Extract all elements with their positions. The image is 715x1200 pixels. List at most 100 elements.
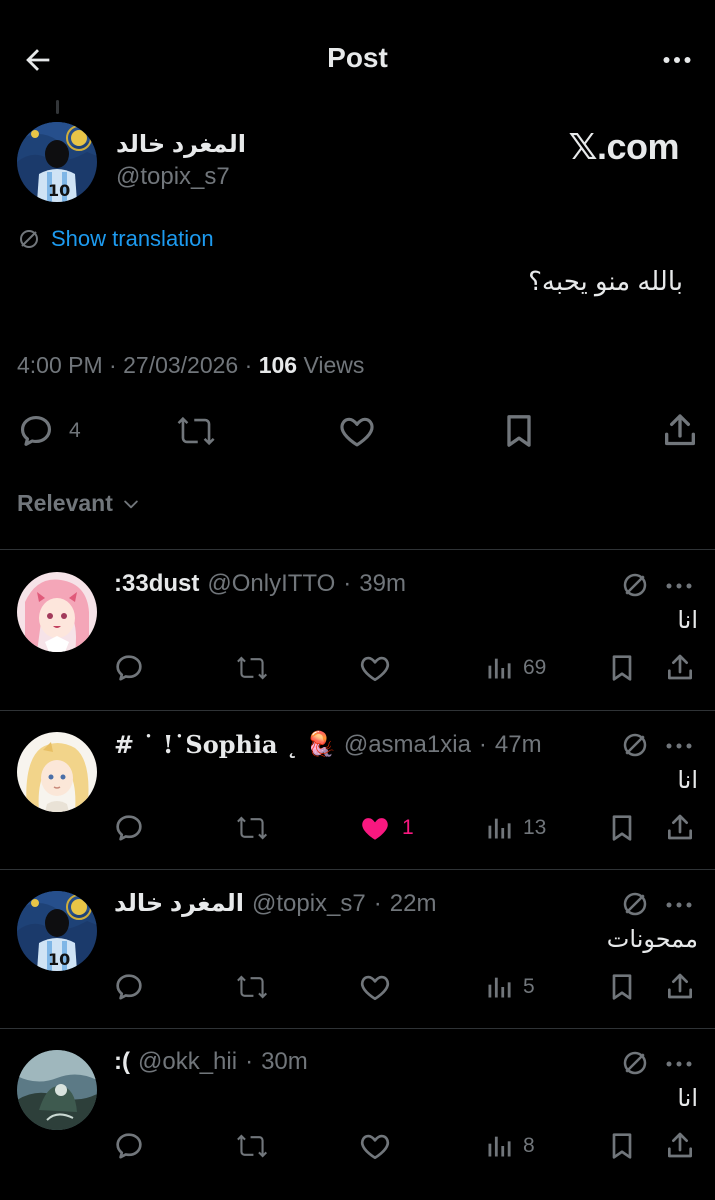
reply-icon bbox=[116, 655, 142, 681]
reply-item[interactable]: 10 المغرد خالد @topix_s7 · 22m ممحونات 5 bbox=[0, 869, 715, 1027]
top-bar: Post bbox=[0, 0, 715, 118]
reply-button[interactable] bbox=[113, 648, 145, 688]
author-avatar[interactable]: 10 bbox=[17, 122, 97, 202]
reply-time: 22m bbox=[389, 889, 437, 917]
views-count: 106 bbox=[258, 352, 298, 378]
reply-item[interactable]: :( @okk_hii · 30m انا 8 bbox=[0, 1028, 715, 1186]
show-translation-label[interactable]: Show translation bbox=[51, 226, 214, 252]
bookmark-button[interactable] bbox=[606, 648, 638, 688]
bookmark-button[interactable] bbox=[606, 967, 638, 1007]
reply-author-handle[interactable]: @asma1xia bbox=[344, 731, 471, 759]
x-com-watermark: 𝕏.com bbox=[568, 126, 679, 167]
bookmark-icon bbox=[612, 1133, 632, 1159]
repost-icon bbox=[237, 1134, 268, 1158]
post-date: 27/03/2026 bbox=[123, 352, 239, 378]
share-icon bbox=[668, 1132, 692, 1158]
views-count: 8 bbox=[523, 1134, 535, 1157]
meta-separator: · bbox=[245, 1048, 254, 1075]
heart-icon bbox=[340, 417, 374, 447]
reply-action-bar: 5 bbox=[0, 967, 715, 1007]
reply-action-bar: 8 bbox=[0, 1126, 715, 1166]
views-label: Views bbox=[303, 352, 365, 378]
bookmark-icon bbox=[612, 974, 632, 1000]
reply-button[interactable] bbox=[113, 967, 145, 1007]
meta-separator: · bbox=[244, 352, 259, 378]
repost-button[interactable] bbox=[235, 1126, 269, 1166]
reply-avatar[interactable] bbox=[17, 572, 97, 652]
show-translation-link[interactable]: Show translation bbox=[17, 226, 214, 252]
reply-author-handle[interactable]: @topix_s7 bbox=[252, 890, 366, 918]
reply-action-bar: 69 bbox=[0, 648, 715, 688]
bookmark-button[interactable] bbox=[606, 808, 638, 848]
reply-button[interactable] bbox=[113, 1126, 145, 1166]
share-button[interactable] bbox=[664, 967, 696, 1007]
analytics-icon bbox=[488, 1136, 511, 1157]
reply-author-name[interactable]: :33dust bbox=[114, 570, 199, 598]
heart-icon bbox=[360, 975, 390, 1001]
more-options-icon[interactable] bbox=[664, 740, 694, 752]
reply-icon bbox=[20, 415, 52, 446]
reply-author-handle[interactable]: @okk_hii bbox=[138, 1048, 237, 1076]
views-button[interactable]: 69 bbox=[485, 648, 546, 688]
reply-icon bbox=[116, 974, 142, 1000]
translate-icon[interactable] bbox=[620, 1048, 650, 1078]
share-button[interactable] bbox=[664, 648, 696, 688]
translate-icon[interactable] bbox=[620, 889, 650, 919]
more-options-icon[interactable] bbox=[664, 1058, 694, 1070]
bookmark-icon bbox=[507, 415, 531, 447]
share-button[interactable] bbox=[664, 808, 696, 848]
meta-separator: · bbox=[478, 730, 487, 758]
reply-text: انا bbox=[677, 607, 698, 634]
reply-item[interactable]: :33dust @OnlyITTO · 39m انا 69 bbox=[0, 550, 715, 708]
reply-author-name[interactable]: :( bbox=[114, 1048, 130, 1076]
reply-avatar[interactable]: 10 bbox=[17, 891, 97, 971]
heart-icon bbox=[360, 1134, 390, 1160]
author-name[interactable]: المغرد خالد bbox=[116, 130, 246, 159]
chevron-down-icon bbox=[124, 500, 138, 508]
reply-time: 39m bbox=[359, 570, 406, 597]
bookmark-button[interactable] bbox=[499, 408, 539, 454]
repost-button[interactable] bbox=[235, 967, 269, 1007]
like-button[interactable] bbox=[358, 1126, 402, 1166]
repost-button[interactable] bbox=[235, 648, 269, 688]
reply-item[interactable]: # ˙ !˙Sophia ˛ 🪼 @asma1xia · 47m انا 1 1… bbox=[0, 710, 715, 868]
share-button[interactable] bbox=[664, 1126, 696, 1166]
bookmark-button[interactable] bbox=[606, 1126, 638, 1166]
reply-header: :( @okk_hii · 30m bbox=[114, 1048, 308, 1076]
reply-text: ممحونات bbox=[606, 926, 698, 953]
reply-icon bbox=[116, 1133, 142, 1159]
post-time: 4:00 PM bbox=[17, 352, 103, 378]
views-count: 5 bbox=[523, 975, 535, 998]
like-button[interactable]: 1 bbox=[358, 808, 414, 848]
reply-button[interactable]: 4 bbox=[17, 408, 81, 454]
reply-author-name[interactable]: # ˙ !˙Sophia ˛ bbox=[114, 730, 298, 759]
like-button[interactable] bbox=[358, 648, 402, 688]
share-button[interactable] bbox=[660, 408, 700, 454]
more-options-icon[interactable] bbox=[664, 899, 694, 911]
like-button[interactable] bbox=[337, 408, 377, 454]
meta-separator: · bbox=[343, 570, 352, 597]
more-options-icon[interactable] bbox=[657, 40, 697, 80]
translate-icon[interactable] bbox=[620, 570, 650, 600]
reply-button[interactable] bbox=[113, 808, 145, 848]
views-button[interactable]: 13 bbox=[485, 808, 546, 848]
author-handle[interactable]: @topix_s7 bbox=[116, 163, 230, 191]
repost-icon bbox=[237, 656, 268, 680]
sort-dropdown[interactable]: Relevant bbox=[17, 490, 141, 517]
jellyfish-emoji: 🪼 bbox=[305, 731, 336, 758]
repost-button[interactable] bbox=[175, 408, 217, 454]
views-button[interactable]: 5 bbox=[485, 967, 535, 1007]
reply-author-name[interactable]: المغرد خالد bbox=[114, 889, 244, 918]
analytics-icon bbox=[488, 818, 511, 839]
reply-author-handle[interactable]: @OnlyITTO bbox=[207, 570, 335, 598]
more-options-icon[interactable] bbox=[664, 580, 694, 592]
translate-icon[interactable] bbox=[620, 730, 650, 760]
repost-button[interactable] bbox=[235, 808, 269, 848]
like-button[interactable] bbox=[358, 967, 402, 1007]
reply-avatar[interactable] bbox=[17, 1050, 97, 1130]
reply-count: 4 bbox=[69, 419, 81, 442]
views-button[interactable]: 8 bbox=[485, 1126, 535, 1166]
thread-connector-line bbox=[56, 100, 59, 114]
reply-avatar[interactable] bbox=[17, 732, 97, 812]
share-icon bbox=[665, 414, 695, 446]
